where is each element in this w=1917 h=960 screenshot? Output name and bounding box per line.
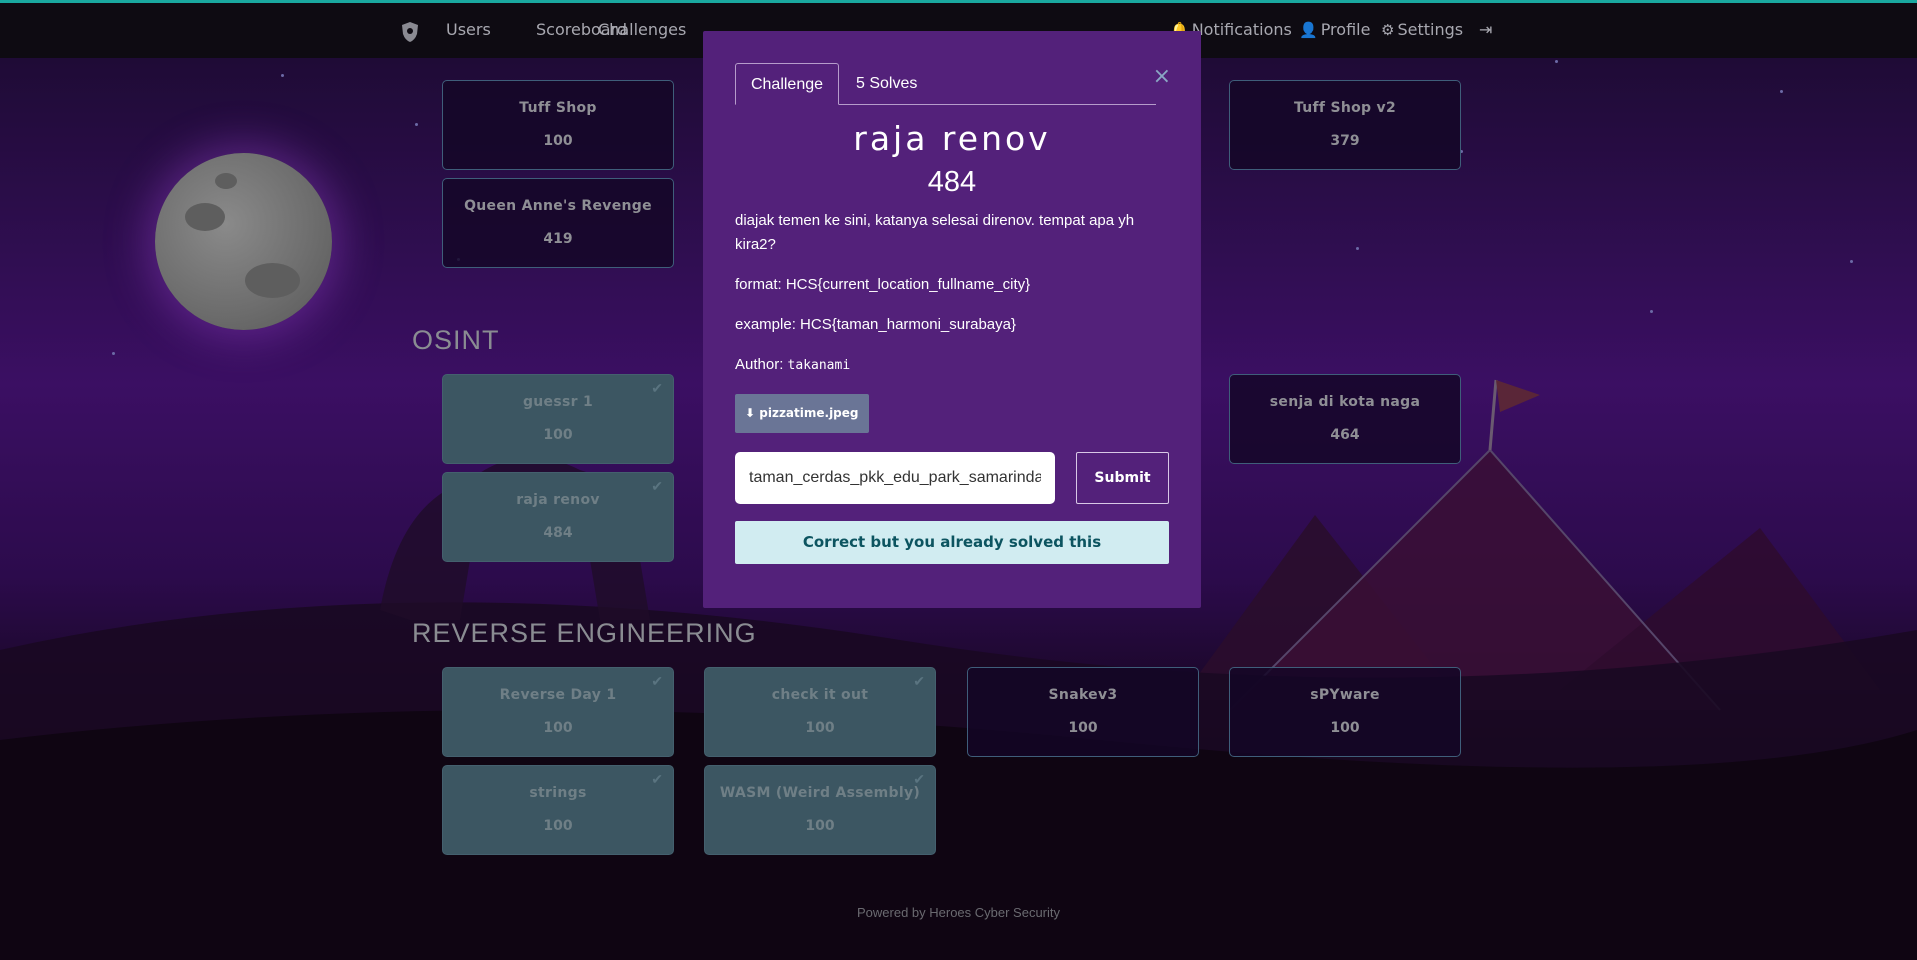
author-label: Author: [735,356,784,373]
star [1850,260,1853,263]
card-name: Queen Anne's Revenge [464,198,652,214]
flag-example-text: example: HCS{taman_harmoni_surabaya} [735,316,1016,333]
challenge-card-strings[interactable]: ✔ strings 100 [442,765,674,855]
author-name: takanami [787,358,851,373]
star [1356,247,1359,250]
download-icon: ⬇ [745,406,756,420]
modal-tabs: Challenge 5 Solves [735,63,1156,105]
star [415,123,418,126]
check-icon: ✔ [913,771,925,787]
moon [155,153,332,330]
card-value: 484 [543,525,573,541]
challenge-card-check-it-out[interactable]: ✔ check it out 100 [704,667,936,757]
check-icon: ✔ [651,771,663,787]
star [112,352,115,355]
card-name: Snakev3 [1048,687,1118,703]
star [1780,90,1783,93]
check-icon: ✔ [651,673,663,689]
star [281,74,284,77]
challenge-card-raja-renov[interactable]: ✔ raja renov 484 [442,472,674,562]
card-name: Tuff Shop [519,100,597,116]
card-value: 464 [1330,427,1360,443]
challenge-card-wasm[interactable]: ✔ WASM (Weird Assembly) 100 [704,765,936,855]
challenge-title: raja renov [853,119,1051,158]
challenge-card-tuff-shop-v2[interactable]: Tuff Shop v2 379 [1229,80,1461,170]
card-name: strings [529,785,587,801]
card-value: 419 [543,231,573,247]
nav-profile[interactable]: 👤 Profile [1299,20,1370,39]
submission-result-alert: Correct but you already solved this [735,521,1169,564]
challenge-card-queen-anne[interactable]: Queen Anne's Revenge 419 [442,178,674,268]
challenge-card-guessr1[interactable]: ✔ guessr 1 100 [442,374,674,464]
tab-challenge[interactable]: Challenge [735,63,839,105]
card-value: 100 [1330,720,1360,736]
card-value: 100 [543,427,573,443]
card-value: 100 [805,818,835,834]
card-value: 100 [543,720,573,736]
challenge-description: diajak temen ke sini, katanya selesai di… [735,212,1135,253]
flag-input[interactable] [735,452,1055,504]
challenge-card-senja[interactable]: senja di kota naga 464 [1229,374,1461,464]
flag-format-text: format: HCS{current_location_fullname_ci… [735,276,1031,293]
card-name: sPYware [1310,687,1380,703]
nav-users[interactable]: Users [446,20,491,39]
challenge-card-tuff-shop[interactable]: Tuff Shop 100 [442,80,674,170]
submit-button[interactable]: Submit [1076,452,1169,504]
card-name: senja di kota naga [1269,394,1421,410]
check-icon: ✔ [651,478,663,494]
card-value: 100 [543,133,573,149]
nav-settings[interactable]: ⚙ Settings [1381,20,1463,39]
nav-challenges[interactable]: Challenges [598,20,686,39]
card-name: check it out [771,687,869,703]
sign-out-icon[interactable]: ⇥ [1479,20,1492,39]
check-icon: ✔ [651,380,663,396]
card-name: Tuff Shop v2 [1293,100,1397,116]
card-name: WASM (Weird Assembly) [719,785,921,801]
section-title-osint: OSINT [412,325,500,355]
challenge-modal: × Challenge 5 Solves raja renov 484 diaj… [703,31,1201,608]
challenge-card-reverse-day-1[interactable]: ✔ Reverse Day 1 100 [442,667,674,757]
card-value: 100 [1068,720,1098,736]
card-value: 100 [543,818,573,834]
section-title-reverse-engineering: REVERSE ENGINEERING [412,618,757,648]
star [1555,60,1558,63]
card-value: 379 [1330,133,1360,149]
download-file-button[interactable]: ⬇ pizzatime.jpeg [735,394,869,433]
file-name: pizzatime.jpeg [759,406,859,420]
footer: Powered by Heroes Cyber Security [856,905,1061,920]
card-value: 100 [805,720,835,736]
tab-solves[interactable]: 5 Solves [856,63,917,105]
challenge-card-snakev3[interactable]: Snakev3 100 [967,667,1199,757]
gear-icon: ⚙ [1381,21,1395,39]
challenge-value: 484 [927,166,977,198]
user-icon: 👤 [1299,21,1318,39]
card-name: Reverse Day 1 [499,687,617,703]
challenge-card-spyware[interactable]: sPYware 100 [1229,667,1461,757]
card-name: raja renov [516,492,600,508]
card-name: guessr 1 [522,394,594,410]
star [1650,310,1653,313]
shield-icon[interactable] [400,21,420,43]
check-icon: ✔ [913,673,925,689]
author-line: Author: takanami [735,353,1165,378]
